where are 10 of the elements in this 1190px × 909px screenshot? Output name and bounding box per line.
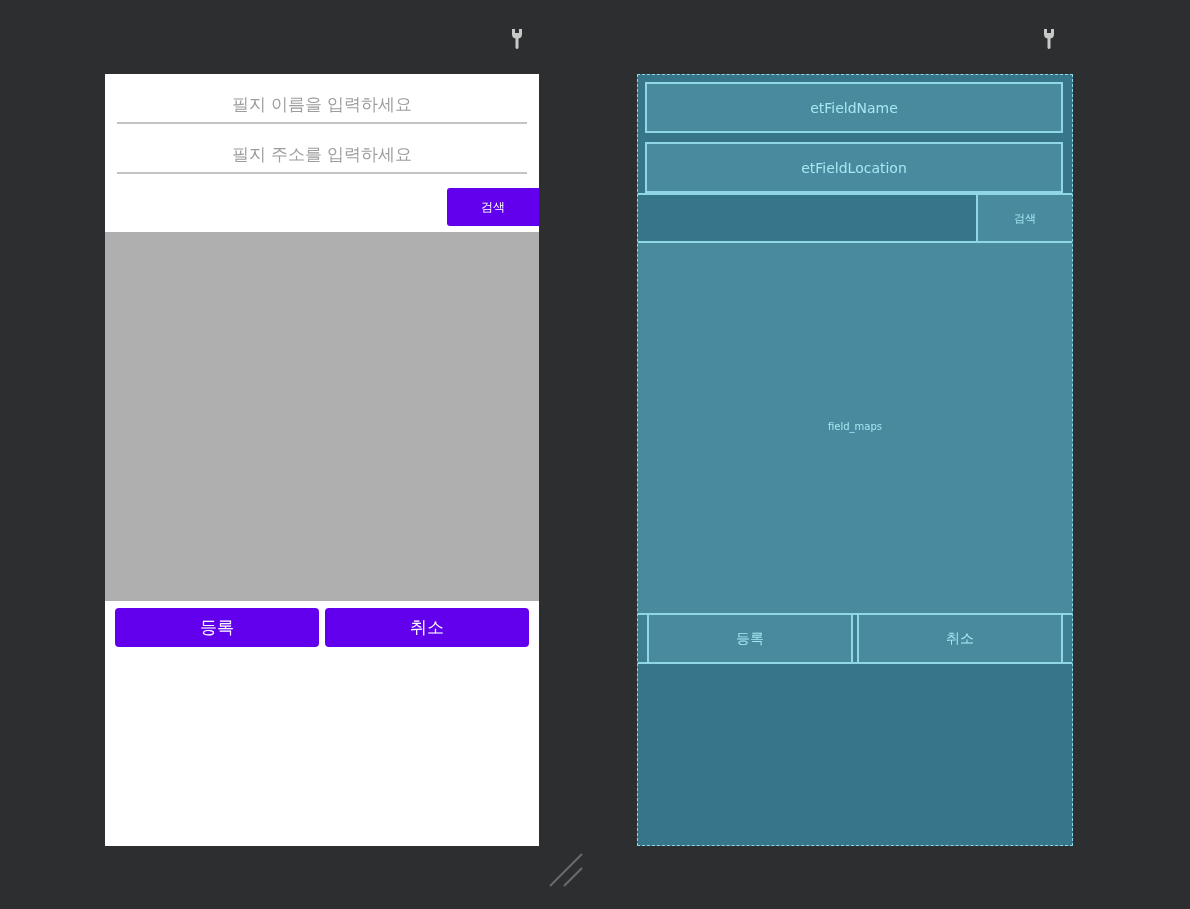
blueprint-field: etFieldName [645, 82, 1063, 133]
blueprint-field: etFieldLocation [645, 142, 1063, 193]
input-field[interactable]: 필지 주소를 입력하세요 [117, 136, 527, 174]
action-button[interactable]: 등록 [115, 608, 319, 647]
action-button[interactable]: 취소 [325, 608, 529, 647]
input-field[interactable]: 필지 이름을 입력하세요 [117, 86, 527, 124]
wrench-icon[interactable] [1043, 28, 1055, 50]
search-button[interactable]: 검색 [447, 188, 539, 226]
map-label: field_maps [828, 421, 882, 435]
wrench-icon[interactable] [511, 28, 523, 50]
